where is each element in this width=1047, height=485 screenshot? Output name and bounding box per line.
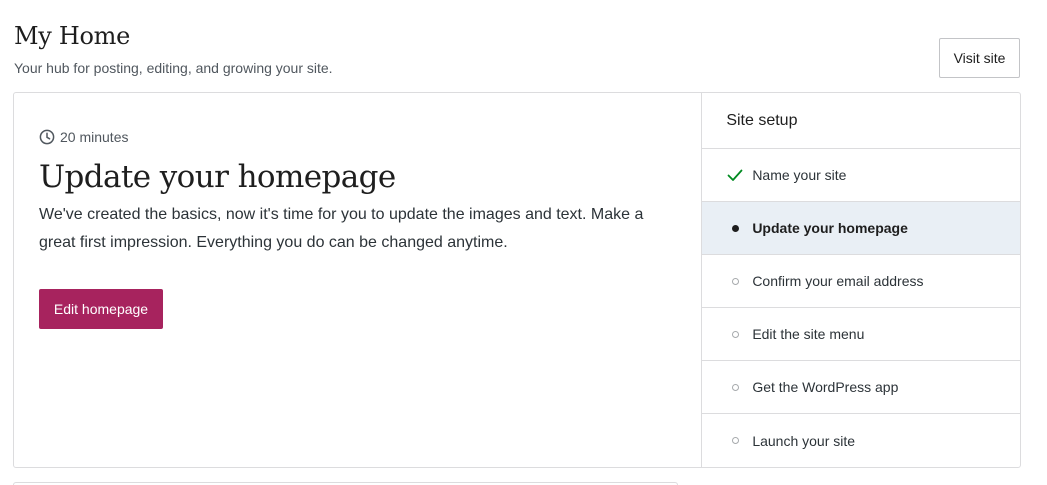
setup-step-edit-site-menu[interactable]: Edit the site menu [702, 308, 1020, 361]
my-home-page: My Home Your hub for posting, editing, a… [0, 0, 1047, 485]
page-subtitle: Your hub for posting, editing, and growi… [14, 60, 333, 76]
pending-step-circle-icon [726, 272, 744, 290]
page-title: My Home [14, 22, 131, 50]
setup-step-label: Name your site [752, 167, 847, 183]
site-setup-checklist: Site setup Name your site Update your ho… [701, 93, 1020, 467]
checkmark-icon [726, 166, 744, 184]
current-step-dot-icon [726, 219, 744, 237]
task-title: Update your homepage [39, 159, 396, 195]
clock-icon [39, 129, 55, 145]
setup-step-label: Launch your site [752, 432, 856, 449]
site-setup-card: 20 minutes Update your homepage We've cr… [13, 92, 1021, 468]
setup-steps-list: Name your site Update your homepage Conf… [702, 149, 1020, 467]
time-estimate: 20 minutes [39, 129, 128, 145]
current-task-panel: 20 minutes Update your homepage We've cr… [14, 93, 701, 467]
setup-step-name-your-site[interactable]: Name your site [702, 149, 1020, 202]
setup-step-label: Get the WordPress app [752, 379, 899, 395]
setup-step-get-app[interactable]: Get the WordPress app [702, 361, 1020, 414]
setup-step-label: Update your homepage [752, 220, 908, 236]
setup-step-confirm-email[interactable]: Confirm your email address [702, 255, 1020, 308]
pending-step-circle-icon [726, 378, 744, 396]
setup-step-update-homepage[interactable]: Update your homepage [702, 202, 1020, 255]
time-estimate-label: 20 minutes [60, 129, 129, 145]
pending-step-circle-icon [726, 325, 744, 343]
setup-step-label: Confirm your email address [752, 273, 924, 289]
site-setup-title: Site setup [702, 93, 1020, 149]
pending-step-circle-icon [726, 432, 744, 450]
visit-site-button[interactable]: Visit site [939, 38, 1020, 78]
setup-step-launch-site[interactable]: Launch your site [702, 414, 1020, 467]
task-description: We've created the basics, now it's time … [39, 206, 644, 251]
setup-step-label: Edit the site menu [752, 326, 865, 342]
edit-homepage-button[interactable]: Edit homepage [39, 289, 163, 329]
